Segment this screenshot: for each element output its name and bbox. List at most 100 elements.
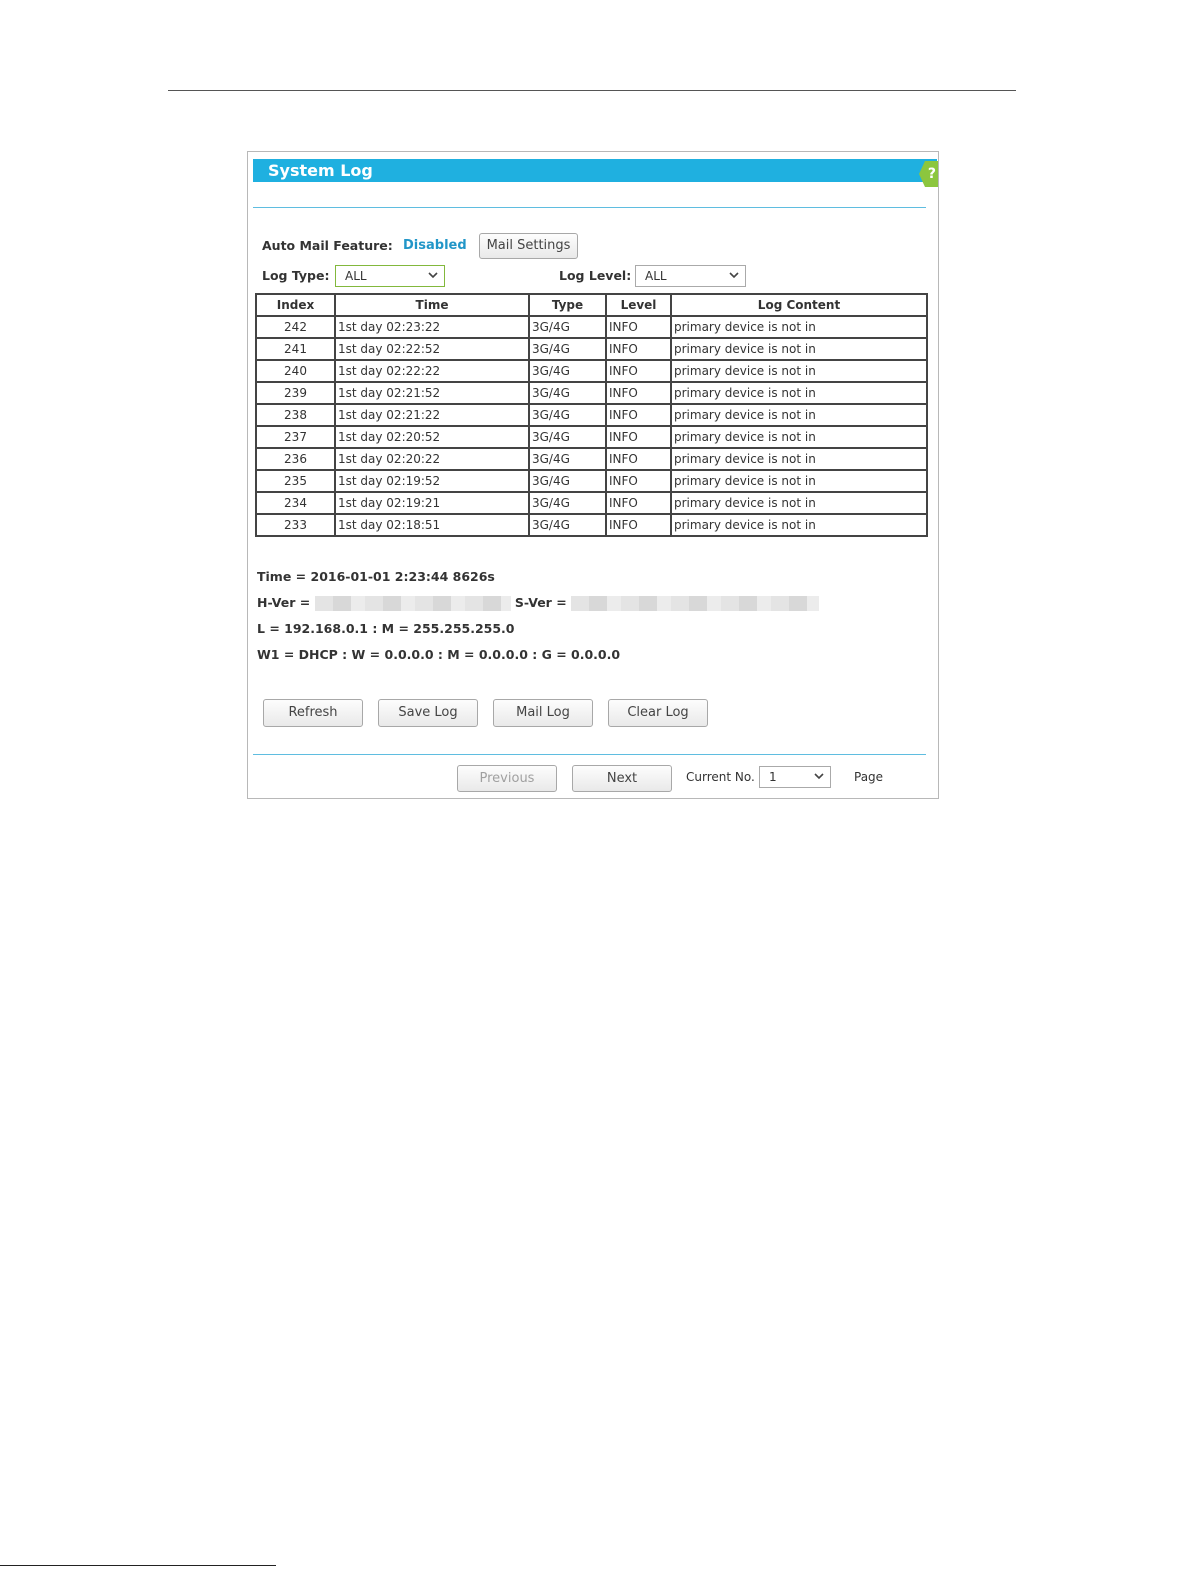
auto-mail-status: Disabled <box>403 238 467 253</box>
cell-level: INFO <box>605 381 672 405</box>
cell-type: 3G/4G <box>528 469 607 493</box>
refresh-button[interactable]: Refresh <box>263 699 363 727</box>
mail-settings-button[interactable]: Mail Settings <box>479 233 578 259</box>
panel-title: System Log <box>268 161 373 180</box>
current-page-select[interactable]: 1 <box>759 766 831 788</box>
column-header-type: Type <box>528 293 607 317</box>
version-line: H-Ver = S-Ver = <box>257 595 820 611</box>
log-type-select[interactable]: ALL <box>335 265 445 287</box>
cell-level: INFO <box>605 337 672 361</box>
cell-log-content: primary device is not in <box>670 315 928 339</box>
table-row: 235 1st day 02:19:52 3G/4G INFO primary … <box>255 469 928 493</box>
cell-log-content: primary device is not in <box>670 381 928 405</box>
cell-index: 237 <box>255 425 336 449</box>
cell-log-content: primary device is not in <box>670 425 928 449</box>
cell-index: 240 <box>255 359 336 383</box>
auto-mail-label: Auto Mail Feature: <box>262 238 393 253</box>
cell-time: 1st day 02:22:52 <box>334 337 530 361</box>
cell-type: 3G/4G <box>528 337 607 361</box>
cell-index: 233 <box>255 513 336 537</box>
cell-time: 1st day 02:21:22 <box>334 403 530 427</box>
cell-type: 3G/4G <box>528 425 607 449</box>
clear-log-button[interactable]: Clear Log <box>608 699 708 727</box>
table-row: 242 1st day 02:23:22 3G/4G INFO primary … <box>255 315 928 339</box>
column-header-log-content: Log Content <box>670 293 928 317</box>
next-page-button[interactable]: Next <box>572 765 672 792</box>
cell-time: 1st day 02:21:52 <box>334 381 530 405</box>
cell-level: INFO <box>605 469 672 493</box>
column-header-index: Index <box>255 293 336 317</box>
log-type-value: ALL <box>345 269 367 283</box>
cell-type: 3G/4G <box>528 359 607 383</box>
cell-type: 3G/4G <box>528 403 607 427</box>
table-row: 236 1st day 02:20:22 3G/4G INFO primary … <box>255 447 928 471</box>
log-level-select[interactable]: ALL <box>635 265 746 287</box>
table-header-row: Index Time Type Level Log Content <box>255 293 928 317</box>
log-level-value: ALL <box>645 269 667 283</box>
page-bottom-rule <box>0 1565 276 1566</box>
cell-log-content: primary device is not in <box>670 403 928 427</box>
table-row: 237 1st day 02:20:52 3G/4G INFO primary … <box>255 425 928 449</box>
mail-log-button[interactable]: Mail Log <box>493 699 593 727</box>
cell-index: 236 <box>255 447 336 471</box>
cell-index: 241 <box>255 337 336 361</box>
cell-type: 3G/4G <box>528 315 607 339</box>
cell-log-content: primary device is not in <box>670 469 928 493</box>
cell-time: 1st day 02:19:21 <box>334 491 530 515</box>
cell-index: 239 <box>255 381 336 405</box>
cell-time: 1st day 02:20:52 <box>334 425 530 449</box>
cell-log-content: primary device is not in <box>670 447 928 471</box>
cell-index: 238 <box>255 403 336 427</box>
cell-level: INFO <box>605 425 672 449</box>
page-top-rule <box>168 90 1016 91</box>
cell-level: INFO <box>605 315 672 339</box>
cell-type: 3G/4G <box>528 447 607 471</box>
cell-level: INFO <box>605 447 672 471</box>
current-page-label: Current No. <box>686 770 755 784</box>
cell-level: INFO <box>605 403 672 427</box>
cell-time: 1st day 02:23:22 <box>334 315 530 339</box>
cell-log-content: primary device is not in <box>670 337 928 361</box>
cell-index: 235 <box>255 469 336 493</box>
cell-index: 234 <box>255 491 336 515</box>
cell-time: 1st day 02:22:22 <box>334 359 530 383</box>
title-divider <box>253 207 926 208</box>
cell-index: 242 <box>255 315 336 339</box>
cell-type: 3G/4G <box>528 513 607 537</box>
panel-title-bar: System Log ? <box>253 159 938 187</box>
lan-info-line: L = 192.168.0.1 : M = 255.255.255.0 <box>257 621 515 636</box>
table-row: 239 1st day 02:21:52 3G/4G INFO primary … <box>255 381 928 405</box>
log-table: Index Time Type Level Log Content 242 1s… <box>255 293 928 537</box>
cell-log-content: primary device is not in <box>670 513 928 537</box>
log-level-label: Log Level: <box>559 268 632 283</box>
save-log-button[interactable]: Save Log <box>378 699 478 727</box>
hardware-version-redacted <box>314 596 511 611</box>
column-header-level: Level <box>605 293 672 317</box>
table-row: 234 1st day 02:19:21 3G/4G INFO primary … <box>255 491 928 515</box>
cell-time: 1st day 02:18:51 <box>334 513 530 537</box>
software-version-redacted <box>571 596 820 611</box>
cell-level: INFO <box>605 513 672 537</box>
cell-level: INFO <box>605 359 672 383</box>
page-label: Page <box>854 770 884 784</box>
wan-info-line: W1 = DHCP : W = 0.0.0.0 : M = 0.0.0.0 : … <box>257 647 621 662</box>
cell-type: 3G/4G <box>528 491 607 515</box>
cell-log-content: primary device is not in <box>670 359 928 383</box>
software-version-label: S-Ver = <box>514 595 572 610</box>
table-row: 238 1st day 02:21:22 3G/4G INFO primary … <box>255 403 928 427</box>
table-row: 233 1st day 02:18:51 3G/4G INFO primary … <box>255 513 928 537</box>
cell-level: INFO <box>605 491 672 515</box>
previous-page-button[interactable]: Previous <box>457 765 557 792</box>
table-row: 240 1st day 02:22:22 3G/4G INFO primary … <box>255 359 928 383</box>
chevron-down-icon <box>426 269 440 283</box>
cell-type: 3G/4G <box>528 381 607 405</box>
current-page-value: 1 <box>769 770 777 784</box>
system-log-panel: System Log ? Auto Mail Feature: Disabled… <box>247 151 939 799</box>
cell-log-content: primary device is not in <box>670 491 928 515</box>
table-row: 241 1st day 02:22:52 3G/4G INFO primary … <box>255 337 928 361</box>
help-icon[interactable]: ? <box>919 161 938 187</box>
cell-time: 1st day 02:19:52 <box>334 469 530 493</box>
log-type-label: Log Type: <box>262 268 330 283</box>
column-header-time: Time <box>334 293 530 317</box>
chevron-down-icon <box>727 269 741 283</box>
